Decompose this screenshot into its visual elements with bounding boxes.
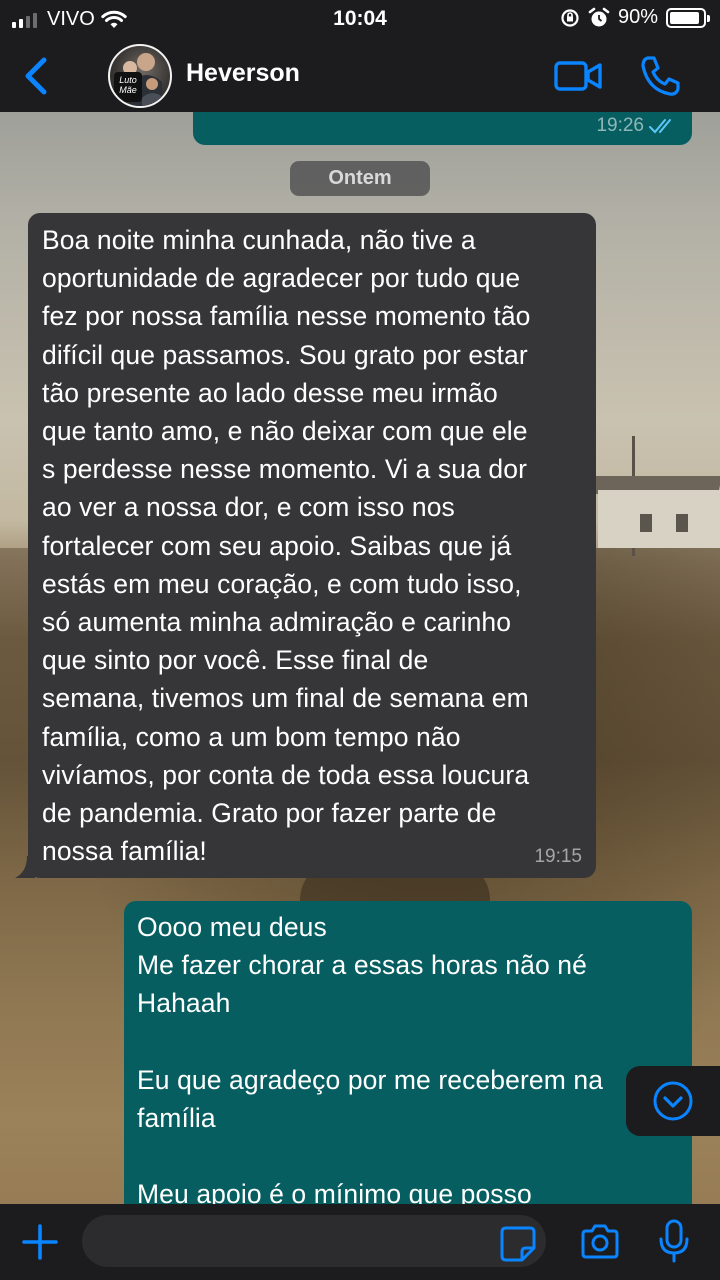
microphone-icon[interactable] [654, 1218, 694, 1264]
chevron-down-circle-icon [653, 1081, 693, 1121]
outgoing-message-bubble[interactable]: Oooo meu deus Me fazer chorar a essas ho… [124, 901, 692, 1204]
contact-name[interactable]: Heverson [186, 59, 300, 88]
plus-icon[interactable] [18, 1220, 62, 1264]
video-call-icon[interactable] [552, 54, 604, 98]
alarm-icon [588, 7, 610, 26]
status-right: 90% [560, 6, 710, 29]
message-time: 19:26 [596, 115, 644, 136]
battery-fill [670, 11, 699, 24]
contact-avatar[interactable]: Luto Mãe [108, 44, 172, 108]
avatar-badge-line2: Mãe [119, 85, 137, 95]
battery-nub [707, 14, 710, 22]
message-text: Boa noite minha cunhada, não tive a opor… [42, 225, 531, 867]
avatar-badge-line1: Luto [119, 75, 137, 85]
message-time: 19:15 [534, 846, 582, 867]
read-receipt-icon [649, 119, 671, 134]
status-bar: VIVO 10:04 90% [0, 0, 720, 40]
sticker-icon[interactable] [498, 1224, 538, 1264]
rotation-lock-icon [561, 8, 579, 27]
message-text: Oooo meu deus Me fazer chorar a essas ho… [137, 912, 604, 1204]
camera-icon[interactable] [578, 1222, 622, 1262]
message-list[interactable]: 19:26 Ontem Boa noite minha cunhada, não… [0, 112, 720, 1204]
battery-icon [666, 7, 710, 28]
chat-header: Luto Mãe Heverson [0, 40, 720, 112]
bubble-tail [15, 856, 35, 878]
date-separator: Ontem [290, 161, 430, 196]
incoming-message-bubble[interactable]: Boa noite minha cunhada, não tive a opor… [15, 213, 596, 878]
message-meta: 19:26 [596, 115, 678, 137]
message-input-bar [0, 1204, 720, 1280]
back-chevron-icon[interactable] [14, 52, 58, 100]
battery-percent: 90% [617, 6, 658, 28]
outgoing-message-bubble[interactable]: 19:26 [193, 112, 692, 145]
scroll-to-bottom-button[interactable] [626, 1066, 720, 1136]
phone-icon[interactable] [636, 52, 684, 100]
message-input[interactable] [82, 1215, 546, 1267]
avatar-badge: Luto Mãe [114, 72, 142, 102]
